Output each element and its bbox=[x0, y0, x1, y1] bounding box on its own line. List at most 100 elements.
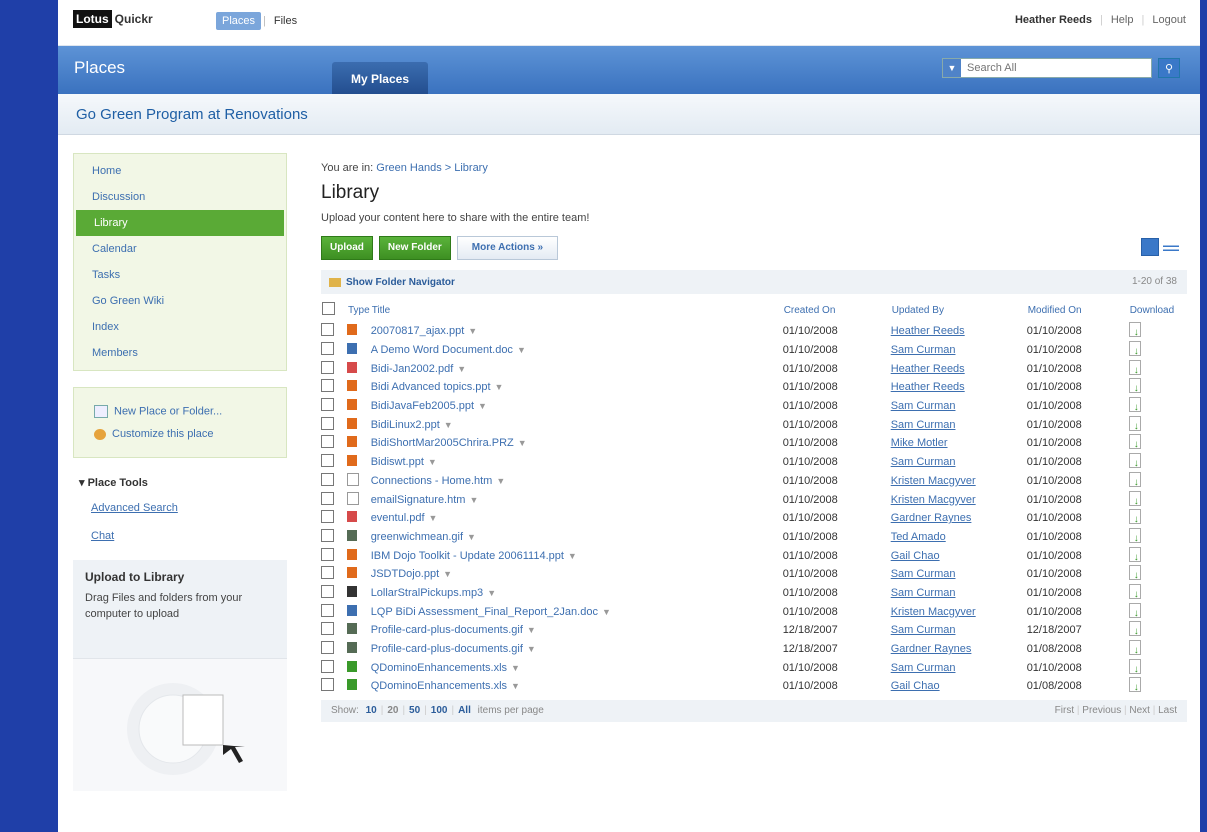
updated-by-link[interactable]: Gail Chao bbox=[891, 680, 940, 692]
file-title-link[interactable]: A Demo Word Document.doc bbox=[371, 344, 513, 356]
table-row[interactable]: Bidi Advanced topics.ppt ▼ 01/10/2008 Heath… bbox=[321, 378, 1187, 397]
table-row[interactable]: BidiShortMar2005Chrira.PRZ ▼ 01/10/2008 Mik… bbox=[321, 434, 1187, 453]
file-title-link[interactable]: Profile-card-plus-documents.gif bbox=[371, 624, 523, 636]
sidebar-item-tasks[interactable]: Tasks bbox=[74, 262, 286, 288]
first-page-link[interactable]: First bbox=[1055, 705, 1074, 716]
row-checkbox[interactable] bbox=[321, 622, 334, 636]
col-download[interactable]: Download bbox=[1129, 298, 1187, 322]
file-title-link[interactable]: emailSignature.htm bbox=[371, 494, 466, 506]
row-checkbox[interactable] bbox=[321, 435, 334, 449]
row-menu-icon[interactable]: ▼ bbox=[457, 364, 466, 374]
download-icon[interactable] bbox=[1128, 527, 1141, 544]
sidebar-item-members[interactable]: Members bbox=[74, 340, 286, 366]
updated-by-link[interactable]: Heather Reeds bbox=[891, 363, 965, 375]
updated-by-link[interactable]: Sam Curman bbox=[891, 662, 956, 674]
file-title-link[interactable]: LollarStralPickups.mp3 bbox=[371, 587, 484, 599]
place-tools-header[interactable]: ▾ Place Tools bbox=[73, 472, 287, 494]
updated-by-link[interactable]: Kristen Macgyver bbox=[891, 494, 976, 506]
row-checkbox[interactable] bbox=[321, 472, 334, 486]
table-row[interactable]: LQP BiDi Assessment_Final_Report_2Jan.do… bbox=[321, 602, 1187, 621]
file-title-link[interactable]: Profile-card-plus-documents.gif bbox=[371, 643, 523, 655]
file-title-link[interactable]: IBM Dojo Toolkit - Update 20061114.ppt bbox=[371, 550, 564, 562]
col-title[interactable]: Title bbox=[371, 298, 783, 322]
row-menu-icon[interactable]: ▼ bbox=[511, 681, 520, 691]
table-row[interactable]: Bidi-Jan2002.pdf ▼ 01/10/2008 Heather Reeds… bbox=[321, 359, 1187, 378]
download-icon[interactable] bbox=[1128, 546, 1141, 563]
download-icon[interactable] bbox=[1128, 640, 1141, 656]
row-menu-icon[interactable]: ▼ bbox=[602, 607, 611, 617]
file-title-link[interactable]: 20070817_ajax.ppt bbox=[371, 325, 465, 337]
updated-by-link[interactable]: Ted Amado bbox=[891, 531, 946, 543]
row-menu-icon[interactable]: ▼ bbox=[496, 476, 505, 486]
file-title-link[interactable]: BidiLinux2.ppt bbox=[371, 419, 440, 431]
row-menu-icon[interactable]: ▼ bbox=[511, 663, 520, 673]
row-checkbox[interactable] bbox=[321, 659, 334, 673]
sidebar-item-calendar[interactable]: Calendar bbox=[74, 236, 286, 262]
row-checkbox[interactable] bbox=[321, 360, 334, 374]
search-input[interactable] bbox=[965, 61, 1149, 75]
updated-by-link[interactable]: Sam Curman bbox=[891, 587, 956, 599]
page-size-10[interactable]: 10 bbox=[362, 705, 381, 716]
tab-my-places[interactable]: My Places bbox=[332, 62, 428, 94]
logout-link[interactable]: Logout bbox=[1152, 14, 1186, 26]
col-type[interactable]: Type bbox=[347, 298, 371, 322]
updated-by-link[interactable]: Heather Reeds bbox=[891, 325, 965, 337]
row-checkbox[interactable] bbox=[321, 491, 334, 505]
updated-by-link[interactable]: Gardner Raynes bbox=[891, 512, 972, 524]
table-row[interactable]: Bidiswt.ppt ▼ 01/10/2008 Sam Curman 01/10/20… bbox=[321, 453, 1187, 472]
file-title-link[interactable]: BidiJavaFeb2005.ppt bbox=[371, 400, 474, 412]
download-icon[interactable] bbox=[1128, 658, 1141, 675]
row-menu-icon[interactable]: ▼ bbox=[487, 588, 496, 598]
row-checkbox[interactable] bbox=[321, 379, 334, 393]
table-row[interactable]: QDominoEnhancements.xls ▼ 01/10/2008 Gail C… bbox=[321, 677, 1187, 696]
new-folder-button[interactable]: New Folder bbox=[378, 236, 451, 260]
previous-page-link[interactable]: Previous bbox=[1082, 705, 1121, 716]
updated-by-link[interactable]: Gardner Raynes bbox=[891, 643, 972, 655]
download-icon[interactable] bbox=[1128, 565, 1141, 581]
row-menu-icon[interactable]: ▼ bbox=[478, 401, 487, 411]
row-checkbox[interactable] bbox=[321, 510, 334, 524]
tab-places[interactable]: Places bbox=[216, 12, 262, 30]
table-row[interactable]: A Demo Word Document.doc ▼ 01/10/2008 Sam C… bbox=[321, 341, 1187, 360]
file-title-link[interactable]: QDominoEnhancements.xls bbox=[371, 662, 507, 674]
col-created[interactable]: Created On bbox=[783, 298, 891, 322]
select-all-checkbox[interactable] bbox=[322, 302, 335, 315]
download-icon[interactable] bbox=[1128, 434, 1141, 450]
download-icon[interactable] bbox=[1128, 471, 1141, 488]
new-place-link[interactable]: New Place or Folder... bbox=[74, 400, 286, 423]
download-icon[interactable] bbox=[1128, 322, 1141, 338]
more-actions-button[interactable]: More Actions » bbox=[456, 236, 559, 260]
page-size-all[interactable]: All bbox=[454, 705, 475, 716]
download-icon[interactable] bbox=[1128, 621, 1141, 637]
show-folder-navigator[interactable]: Show Folder Navigator bbox=[346, 277, 455, 288]
details-view-icon[interactable] bbox=[1141, 238, 1159, 256]
table-row[interactable]: emailSignature.htm ▼ 01/10/2008 Kristen Mac… bbox=[321, 490, 1187, 509]
updated-by-link[interactable]: Sam Curman bbox=[891, 400, 956, 412]
file-title-link[interactable]: Bidi Advanced topics.ppt bbox=[371, 381, 491, 393]
tool-advanced-search[interactable]: Advanced Search bbox=[73, 494, 287, 522]
row-menu-icon[interactable]: ▼ bbox=[495, 382, 504, 392]
page-size-20[interactable]: 20 bbox=[383, 705, 402, 716]
next-page-link[interactable]: Next bbox=[1129, 705, 1150, 716]
table-row[interactable]: BidiJavaFeb2005.ppt ▼ 01/10/2008 Sam Curman… bbox=[321, 397, 1187, 416]
help-link[interactable]: Help bbox=[1111, 14, 1134, 26]
sidebar-item-go-green-wiki[interactable]: Go Green Wiki bbox=[74, 288, 286, 314]
table-row[interactable]: JSDTDojo.ppt ▼ 01/10/2008 Sam Curman 01/10/2… bbox=[321, 565, 1187, 584]
row-menu-icon[interactable]: ▼ bbox=[517, 345, 526, 355]
row-checkbox[interactable] bbox=[321, 528, 334, 542]
row-checkbox[interactable] bbox=[321, 342, 334, 356]
table-row[interactable]: Profile-card-plus-documents.gif ▼ 12/18/20… bbox=[321, 640, 1187, 659]
row-menu-icon[interactable]: ▼ bbox=[469, 495, 478, 505]
updated-by-link[interactable]: Heather Reeds bbox=[891, 381, 965, 393]
updated-by-link[interactable]: Sam Curman bbox=[891, 344, 956, 356]
place-title[interactable]: Go Green Program at Renovations bbox=[76, 106, 308, 123]
row-checkbox[interactable] bbox=[321, 603, 334, 617]
file-title-link[interactable]: QDominoEnhancements.xls bbox=[371, 680, 507, 692]
file-title-link[interactable]: Connections - Home.htm bbox=[371, 475, 493, 487]
sidebar-item-library[interactable]: Library bbox=[76, 210, 284, 236]
file-title-link[interactable]: BidiShortMar2005Chrira.PRZ bbox=[371, 437, 514, 449]
download-icon[interactable] bbox=[1128, 453, 1141, 469]
sidebar-item-discussion[interactable]: Discussion bbox=[74, 184, 286, 210]
tab-files[interactable]: Files bbox=[268, 12, 303, 30]
row-menu-icon[interactable]: ▼ bbox=[527, 625, 536, 635]
